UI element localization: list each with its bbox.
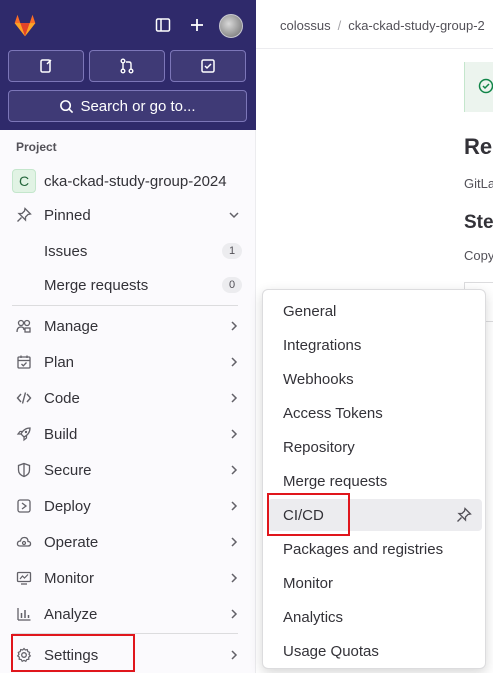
sidebar-item-secure[interactable]: Secure — [8, 455, 248, 485]
sidebar-item-code[interactable]: Code — [8, 383, 248, 413]
merge-requests-quick-button[interactable] — [89, 50, 165, 82]
chevron-right-icon — [231, 393, 238, 403]
deploy-icon — [17, 499, 31, 513]
search-label: Search or go to... — [80, 97, 196, 115]
merge-requests-count-badge: 0 — [222, 277, 242, 293]
issues-quick-button[interactable] — [8, 50, 84, 82]
sidebar-item-manage[interactable]: Manage — [8, 311, 248, 341]
chevron-right-icon — [231, 609, 238, 619]
rocket-icon — [16, 427, 31, 442]
breadcrumb-item[interactable]: colossus — [280, 18, 331, 33]
sidebar-item-label: Manage — [44, 317, 99, 335]
search-icon — [60, 99, 74, 113]
sidebar-item-monitor[interactable]: Monitor — [8, 563, 248, 593]
chart-icon — [17, 608, 31, 621]
collapse-sidebar-icon[interactable] — [152, 14, 174, 36]
chevron-right-icon — [231, 573, 238, 583]
check-circle-icon — [478, 78, 493, 94]
breadcrumb-separator: / — [337, 18, 342, 33]
breadcrumb: colossus / cka-ckad-study-group-2 — [280, 18, 485, 33]
monitor-icon — [16, 571, 32, 585]
menu-item-access-tokens[interactable]: Access Tokens — [268, 397, 482, 429]
cloud-icon — [16, 536, 32, 547]
gitlab-logo-icon[interactable] — [10, 10, 40, 40]
manage-icon — [16, 319, 31, 333]
ci-cd-highlight-box — [267, 493, 350, 536]
chevron-right-icon — [231, 429, 238, 439]
sidebar-item-build[interactable]: Build — [8, 419, 248, 449]
menu-item-usage-quotas[interactable]: Usage Quotas — [268, 635, 482, 667]
plus-icon[interactable] — [186, 14, 208, 36]
sidebar-header: Search or go to... — [0, 0, 256, 130]
chevron-right-icon — [231, 321, 238, 331]
chevron-right-icon — [231, 650, 238, 660]
todos-quick-button[interactable] — [170, 50, 246, 82]
thumbtack-icon — [17, 207, 32, 222]
pinned-label: Pinned — [44, 206, 91, 224]
issues-count-badge: 1 — [222, 243, 242, 259]
page-heading: Reg — [464, 134, 493, 159]
divider — [12, 305, 238, 306]
sidebar-item-label: Plan — [44, 353, 75, 371]
sidebar-item-label: Build — [44, 425, 78, 443]
step-heading: Ste — [464, 212, 493, 233]
sidebar-item-deploy[interactable]: Deploy — [8, 491, 248, 521]
page-description: GitLa — [464, 176, 493, 191]
settings-flyout-menu: General Integrations Webhooks Access Tok… — [262, 289, 486, 669]
chevron-right-icon — [231, 357, 238, 367]
menu-item-repository[interactable]: Repository — [268, 431, 482, 463]
pinned-item-issues[interactable]: Issues 1 — [8, 236, 248, 266]
merge-request-icon — [120, 58, 134, 74]
pinned-item-label: Issues — [44, 242, 88, 260]
pinned-section-toggle[interactable]: Pinned — [8, 200, 248, 230]
breadcrumb-item[interactable]: cka-ckad-study-group-2 — [348, 18, 485, 33]
user-avatar[interactable] — [219, 14, 243, 38]
sidebar-item-analyze[interactable]: Analyze — [8, 599, 248, 629]
search-button[interactable]: Search or go to... — [8, 90, 247, 122]
sidebar-item-label: Operate — [44, 533, 99, 551]
sidebar-item-label: Deploy — [44, 497, 91, 515]
issues-icon — [40, 59, 52, 73]
sidebar-item-label: Analyze — [44, 605, 98, 623]
code-icon — [16, 392, 32, 404]
chevron-down-icon — [229, 212, 239, 219]
sidebar-item-label: Monitor — [44, 569, 95, 587]
sidebar: Search or go to... Project C cka-ckad-st… — [0, 0, 256, 673]
step-description: Copy — [464, 248, 493, 263]
chevron-right-icon — [231, 537, 238, 547]
todo-icon — [201, 59, 215, 73]
sidebar-item-plan[interactable]: Plan — [8, 347, 248, 377]
chevron-right-icon — [231, 465, 238, 475]
menu-item-general[interactable]: General — [268, 295, 482, 327]
section-label: Project — [16, 140, 57, 154]
project-avatar: C — [12, 169, 36, 193]
menu-item-integrations[interactable]: Integrations — [268, 329, 482, 361]
menu-item-packages-registries[interactable]: Packages and registries — [268, 533, 482, 565]
pinned-item-merge-requests[interactable]: Merge requests 0 — [8, 270, 248, 300]
sidebar-item-label: Code — [44, 389, 80, 407]
sidebar-item-label: Secure — [44, 461, 92, 479]
sidebar-item-operate[interactable]: Operate — [8, 527, 248, 557]
shield-icon — [17, 462, 31, 478]
thumbtack-icon[interactable] — [456, 507, 472, 523]
menu-item-webhooks[interactable]: Webhooks — [268, 363, 482, 395]
plan-icon — [17, 355, 31, 369]
chevron-right-icon — [231, 501, 238, 511]
menu-item-monitor[interactable]: Monitor — [268, 567, 482, 599]
project-name: cka-ckad-study-group-2024 — [44, 172, 227, 190]
project-link[interactable]: C cka-ckad-study-group-2024 — [12, 168, 250, 194]
breadcrumb-divider — [256, 48, 493, 49]
pinned-item-label: Merge requests — [44, 276, 149, 294]
menu-item-analytics[interactable]: Analytics — [268, 601, 482, 633]
settings-highlight-box — [11, 634, 135, 672]
